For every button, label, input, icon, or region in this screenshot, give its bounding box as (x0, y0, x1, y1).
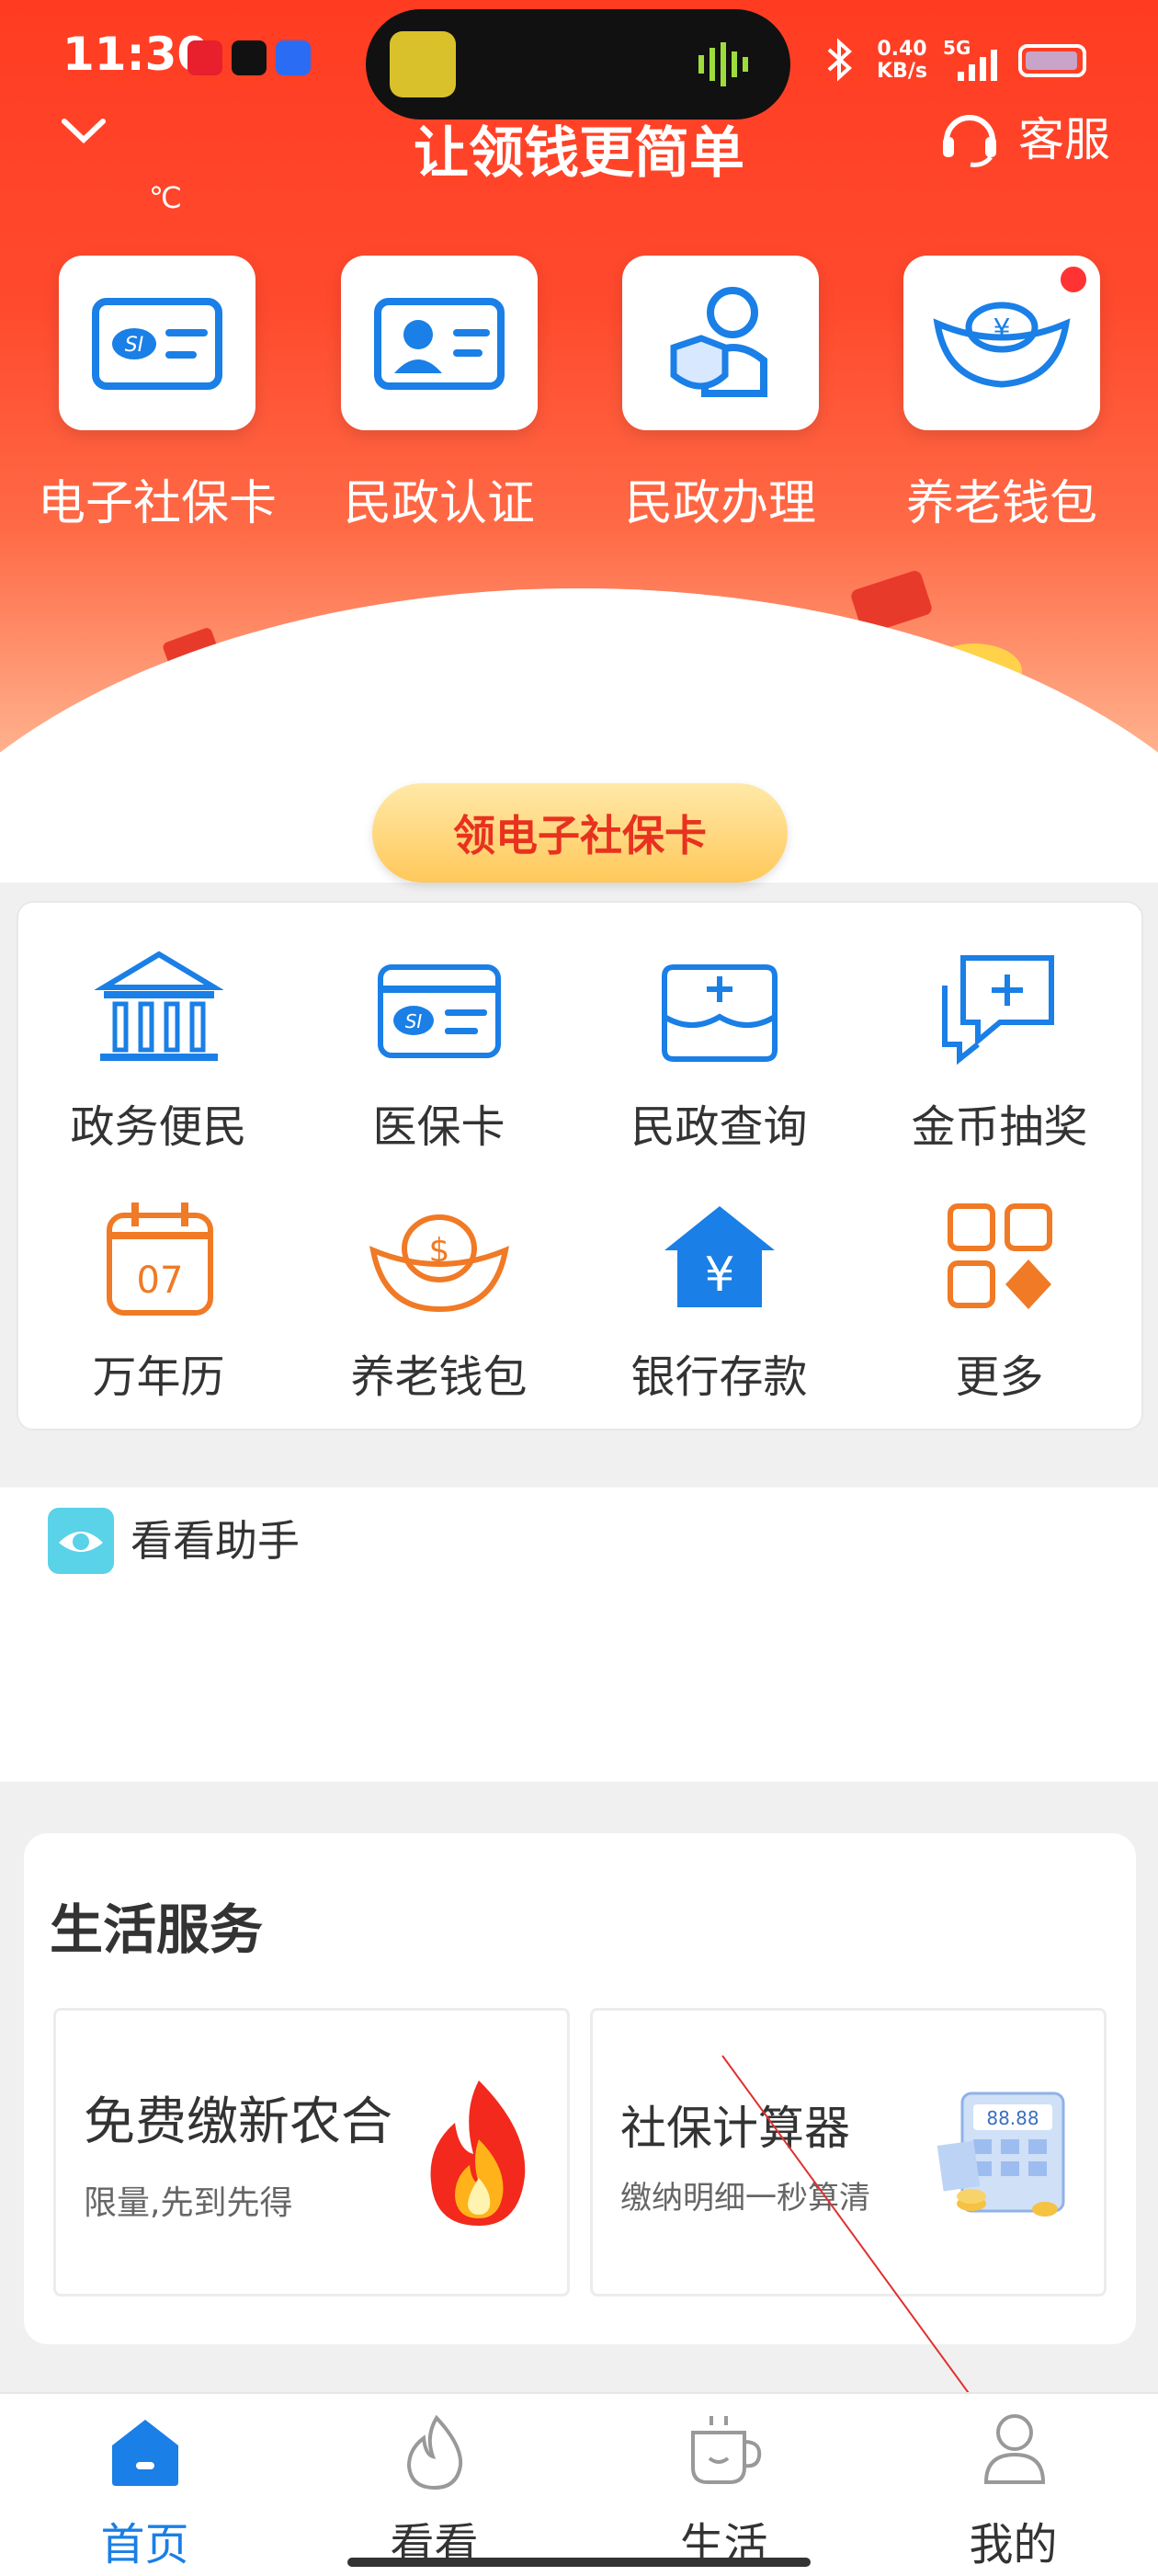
service-more[interactable]: 更多 (859, 1199, 1140, 1405)
assistant-section[interactable]: 看看助手 (0, 1487, 1158, 1782)
app-notification-icon (276, 40, 311, 75)
bank-house-icon: ¥ (664, 1206, 775, 1307)
tab-life[interactable]: 生活 (579, 2394, 868, 2576)
service-coin-lottery[interactable]: 金币抽奖 (859, 949, 1140, 1155)
status-bar: 11:30 0.40 KB/s 5G (0, 0, 1158, 120)
tile-label: 电子社保卡 (37, 476, 277, 531)
customer-service-label: 客服 (1018, 113, 1110, 166)
id-card-icon (374, 298, 505, 390)
calculator-icon: 88.88 (937, 2092, 1065, 2217)
app-notification-icon (187, 40, 222, 75)
assistant-label: 看看助手 (131, 1516, 300, 1566)
home-icon (112, 2420, 178, 2486)
tile-civil-auth[interactable] (341, 256, 538, 430)
temperature-unit: ℃ (149, 180, 182, 215)
service-label: 金币抽奖 (911, 1101, 1088, 1153)
svg-text:SI: SI (404, 1010, 422, 1032)
insurance-calculator-card[interactable]: 社保计算器 缴纳明细一秒算清 88.88 (590, 2008, 1107, 2297)
tab-label: 首页 (100, 2519, 189, 2570)
tile-social-security-card[interactable]: SI (59, 256, 255, 430)
card-title: 社保计算器 (620, 2102, 850, 2155)
civil-query-icon (661, 964, 778, 1062)
service-government[interactable]: 政务便民 (18, 949, 299, 1155)
tile-civil-affairs[interactable] (622, 256, 819, 430)
service-label: 万年历 (92, 1351, 225, 1403)
fire-icon (430, 2080, 526, 2226)
social-security-card-icon: SI (92, 298, 222, 390)
tile-label: 民政办理 (624, 476, 816, 531)
service-pension-wallet[interactable]: $ 养老钱包 (299, 1199, 579, 1405)
medical-card-icon: SI (377, 964, 501, 1058)
tab-home[interactable]: 首页 (0, 2394, 290, 2576)
service-bank-deposit[interactable]: ¥ 银行存款 (579, 1199, 859, 1405)
service-label: 政务便民 (70, 1101, 247, 1153)
more-grid-icon (947, 1203, 1052, 1309)
service-calendar[interactable]: 07 万年历 (18, 1199, 299, 1405)
calendar-day: 07 (136, 1260, 183, 1302)
calculator-display: 88.88 (986, 2107, 1039, 2129)
signal-icon (958, 50, 997, 81)
service-label: 民政查询 (630, 1101, 808, 1153)
audio-wave-icon (698, 42, 748, 86)
ingot-icon: $ (369, 1214, 509, 1313)
music-cover-icon (390, 31, 456, 97)
service-medical-card[interactable]: SI 医保卡 (299, 949, 579, 1155)
assistant-eye-icon (48, 1508, 114, 1574)
get-social-security-card-button[interactable]: 领电子社保卡 (372, 783, 788, 883)
person-shield-icon (670, 287, 767, 397)
dynamic-island (366, 9, 790, 120)
net-speed-unit: KB/s (877, 60, 927, 83)
home-indicator[interactable] (347, 2558, 811, 2567)
tile-label: 民政认证 (343, 476, 535, 531)
svg-text:¥: ¥ (704, 1248, 734, 1303)
card-subtitle: 缴纳明细一秒算清 (620, 2180, 870, 2217)
net-speed-value: 0.40 (877, 38, 927, 61)
svg-text:¥: ¥ (993, 313, 1010, 346)
service-label: 银行存款 (630, 1351, 808, 1403)
tab-label: 我的 (969, 2519, 1058, 2570)
free-insurance-card[interactable]: 免费缴新农合 限量,先到先得 (53, 2008, 570, 2297)
net-speed: 0.40 KB/s (877, 39, 927, 83)
government-building-icon (93, 951, 224, 1061)
customer-service-button[interactable]: 客服 (937, 103, 1110, 169)
calendar-icon: 07 (106, 1203, 213, 1316)
notification-dot (1057, 263, 1090, 296)
svg-text:$: $ (428, 1232, 449, 1270)
notification-icons (187, 40, 311, 75)
life-services-section: 生活服务 免费缴新农合 限量,先到先得 社保计算器 缴纳明细一秒算清 88.88 (24, 1833, 1136, 2344)
tile-label: 养老钱包 (905, 476, 1097, 531)
tiktok-icon (232, 40, 267, 75)
coffee-cup-icon (691, 2416, 762, 2484)
chat-plus-icon (941, 955, 1054, 1066)
tab-watch[interactable]: 看看 (290, 2394, 579, 2576)
tab-me[interactable]: 我的 (868, 2394, 1158, 2576)
user-icon (983, 2414, 1046, 2484)
card-title: 免费缴新农合 (84, 2092, 392, 2152)
life-services-title: 生活服务 (50, 1898, 264, 1961)
service-label: 医保卡 (372, 1101, 505, 1153)
service-civil-query[interactable]: 民政查询 (579, 949, 859, 1155)
battery-icon (1018, 44, 1086, 77)
service-label: 更多 (955, 1351, 1044, 1403)
services-grid: 政务便民 SI 医保卡 民政查询 金币抽奖 07 万年历 $ 养老钱包 ¥ 银行… (17, 901, 1143, 1430)
gold-ingot-icon: ¥ (933, 302, 1071, 388)
headset-icon (943, 115, 996, 167)
card-subtitle: 限量,先到先得 (84, 2184, 293, 2222)
flame-icon (406, 2414, 463, 2491)
bottom-tab-bar: 首页 看看 生活 我的 (0, 2392, 1158, 2576)
svg-text:SI: SI (125, 334, 143, 357)
service-label: 养老钱包 (350, 1351, 528, 1403)
bluetooth-icon (827, 38, 852, 82)
